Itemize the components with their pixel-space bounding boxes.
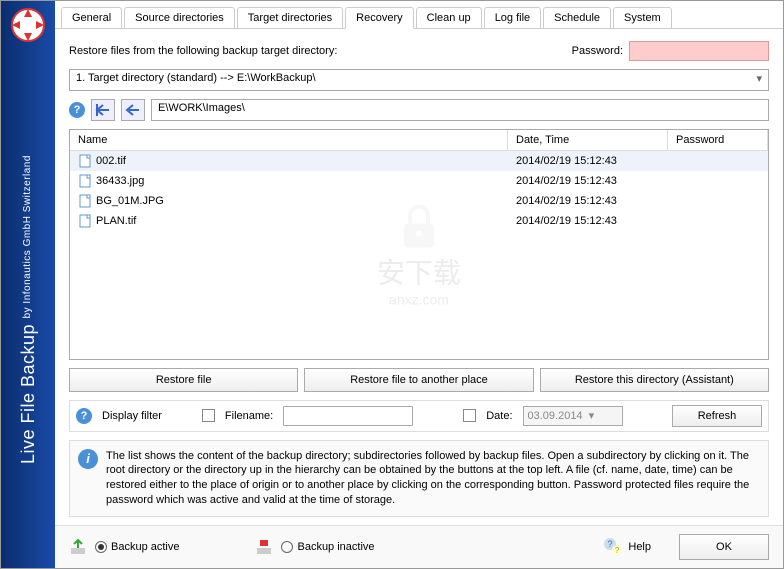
tab-recovery[interactable]: Recovery — [345, 7, 413, 29]
target-directory-dropdown[interactable]: 1. Target directory (standard) --> E:\Wo… — [69, 69, 769, 91]
column-password[interactable]: Password — [668, 130, 768, 150]
backup-active-icon — [69, 538, 87, 556]
filename-checkbox[interactable] — [202, 409, 215, 422]
restore-other-place-button[interactable]: Restore file to another place — [304, 368, 533, 392]
tab-target-directories[interactable]: Target directories — [237, 7, 343, 28]
file-icon — [78, 214, 92, 228]
restore-label: Restore files from the following backup … — [69, 45, 337, 57]
column-name[interactable]: Name — [70, 130, 508, 150]
date-input[interactable]: 03.09.2014 ▾ — [523, 406, 623, 426]
filter-label: Display filter — [102, 410, 162, 422]
file-row[interactable]: 002.tif 2014/02/19 15:12:43 — [70, 151, 768, 171]
tab-schedule[interactable]: Schedule — [543, 7, 611, 28]
ok-button[interactable]: OK — [679, 534, 769, 560]
radio-icon — [281, 541, 293, 553]
app-logo-icon — [10, 7, 46, 43]
file-row[interactable]: 36433.jpg 2014/02/19 15:12:43 — [70, 171, 768, 191]
tab-clean-up[interactable]: Clean up — [416, 7, 482, 28]
backup-active-radio[interactable]: Backup active — [95, 541, 179, 553]
nav-up-button[interactable] — [121, 99, 145, 121]
date-label: Date: — [486, 410, 512, 422]
file-row[interactable]: BG_01M.JPG 2014/02/19 15:12:43 — [70, 191, 768, 211]
nav-root-icon — [95, 103, 111, 117]
password-label: Password: — [572, 45, 623, 57]
refresh-button[interactable]: Refresh — [672, 405, 762, 427]
path-input[interactable]: E\WORK\Images\ — [151, 99, 769, 121]
nav-up-icon — [125, 103, 141, 117]
help-bubbles-icon: ?? — [602, 536, 624, 558]
nav-root-button[interactable] — [91, 99, 115, 121]
tab-log-file[interactable]: Log file — [484, 7, 541, 28]
file-header: Name Date, Time Password — [70, 130, 768, 151]
sidebar: Live File Backup by Infonautics GmbH Swi… — [1, 1, 55, 568]
info-box: i The list shows the content of the back… — [69, 440, 769, 517]
file-icon — [78, 194, 92, 208]
filter-row: ? Display filter Filename: Date: 03.09.2… — [69, 400, 769, 432]
backup-inactive-icon — [255, 538, 273, 556]
help-link[interactable]: ?? Help — [602, 536, 651, 558]
date-checkbox[interactable] — [463, 409, 476, 422]
svg-text:?: ? — [608, 539, 613, 549]
column-date[interactable]: Date, Time — [508, 130, 668, 150]
svg-text:?: ? — [615, 546, 620, 555]
radio-icon — [95, 541, 107, 553]
file-list: Name Date, Time Password 002.tif 2014/02… — [69, 129, 769, 360]
sidebar-title: Live File Backup by Infonautics GmbH Swi… — [18, 51, 39, 568]
tab-system[interactable]: System — [613, 7, 672, 28]
tab-source-directories[interactable]: Source directories — [124, 7, 235, 28]
file-row[interactable]: PLAN.tif 2014/02/19 15:12:43 — [70, 211, 768, 231]
file-icon — [78, 174, 92, 188]
info-icon: i — [78, 449, 98, 469]
filename-input[interactable] — [283, 406, 413, 426]
restore-directory-button[interactable]: Restore this directory (Assistant) — [540, 368, 769, 392]
bottom-bar: Backup active Backup inactive ?? Help OK — [55, 525, 783, 568]
restore-file-button[interactable]: Restore file — [69, 368, 298, 392]
info-text: The list shows the content of the backup… — [106, 449, 760, 508]
tab-bar: General Source directories Target direct… — [55, 1, 783, 29]
help-icon[interactable]: ? — [76, 408, 92, 424]
backup-inactive-radio[interactable]: Backup inactive — [281, 541, 374, 553]
filename-label: Filename: — [225, 410, 273, 422]
tab-general[interactable]: General — [61, 7, 122, 28]
password-input[interactable] — [629, 41, 769, 61]
help-icon[interactable]: ? — [69, 102, 85, 118]
file-icon — [78, 154, 92, 168]
